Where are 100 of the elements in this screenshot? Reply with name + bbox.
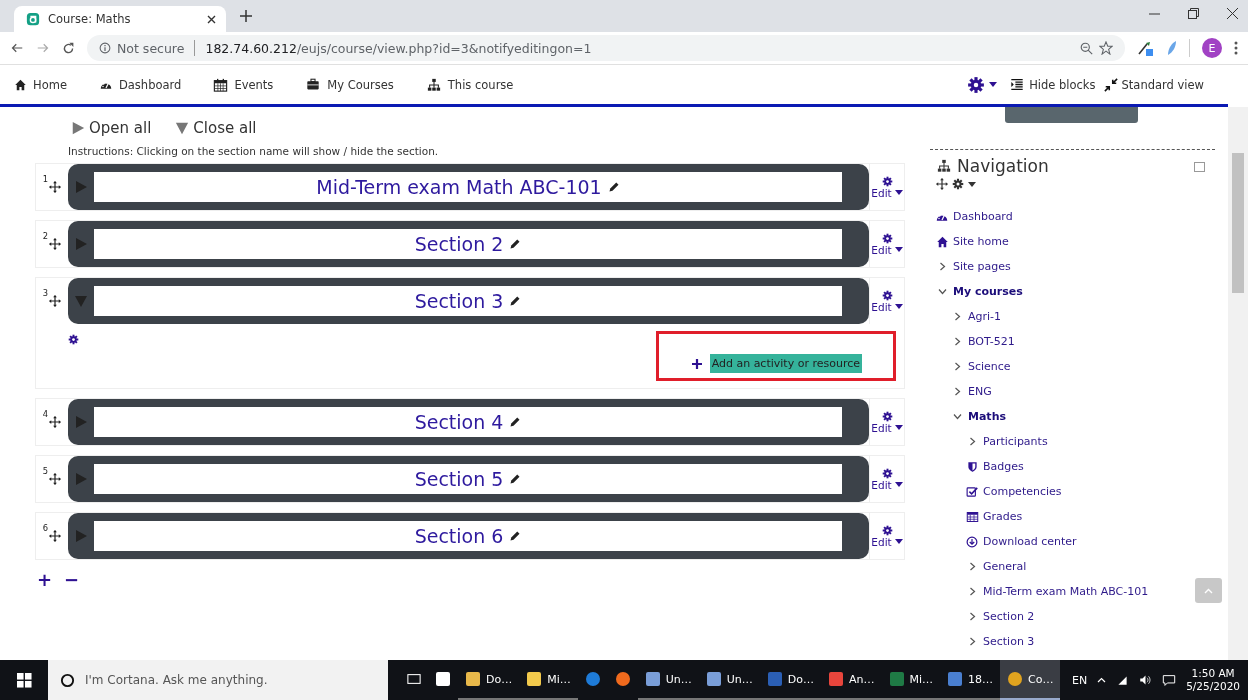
table-icon bbox=[965, 510, 979, 523]
navigation-link[interactable]: Section 3 bbox=[983, 635, 1035, 648]
section-number: 6 bbox=[42, 523, 49, 533]
nav-link[interactable]: Home bbox=[14, 77, 67, 92]
chevron-up-icon bbox=[1097, 677, 1107, 683]
navigation-link[interactable]: ENG bbox=[968, 385, 992, 398]
menu-icon bbox=[1234, 41, 1238, 55]
taskbar-app[interactable]: Mi… bbox=[881, 660, 941, 700]
app-icon bbox=[1007, 671, 1024, 687]
caret-icon bbox=[894, 190, 903, 195]
zoom-out-icon bbox=[1080, 41, 1093, 55]
settings-menu[interactable] bbox=[967, 75, 998, 94]
language-indicator[interactable]: EN bbox=[1071, 673, 1088, 687]
move-icon bbox=[49, 530, 62, 542]
toggle-link[interactable]: Open all bbox=[71, 119, 152, 137]
navigation-link[interactable]: Download center bbox=[983, 535, 1077, 548]
windows-icon bbox=[16, 672, 32, 688]
edit-menu[interactable]: Edit bbox=[869, 513, 904, 559]
taskbar-app[interactable]: An… bbox=[821, 660, 882, 700]
nav-link[interactable]: This course bbox=[425, 77, 514, 92]
caret-icon bbox=[894, 425, 903, 430]
navigation-link[interactable]: Dashboard bbox=[953, 210, 1013, 223]
pencil-icon bbox=[509, 416, 522, 428]
taskbar-app[interactable]: Do… bbox=[458, 660, 520, 700]
taskbar-app[interactable]: Mi… bbox=[519, 660, 578, 700]
navigation-link[interactable]: Maths bbox=[968, 410, 1006, 423]
nav-link[interactable]: Events bbox=[213, 77, 274, 92]
navigation-link[interactable]: Mid-Term exam Math ABC-101 bbox=[983, 585, 1149, 598]
section-header[interactable]: Section 3 bbox=[68, 278, 869, 324]
profile-avatar[interactable]: E bbox=[1202, 38, 1222, 58]
edit-menu[interactable]: Edit bbox=[869, 278, 904, 324]
address-bar[interactable]: Not secure 182.74.60.212/eujs/course/view.php?id=3&notifyeditingon=1 bbox=[87, 35, 1125, 61]
navigation-link[interactable]: Science bbox=[968, 360, 1011, 373]
edit-menu[interactable]: Edit bbox=[869, 164, 904, 210]
section-header[interactable]: Section 6 bbox=[68, 513, 869, 559]
navigation-link[interactable]: Competencies bbox=[983, 485, 1062, 498]
close-icon bbox=[207, 14, 216, 24]
edit-menu[interactable]: Edit bbox=[869, 399, 904, 445]
app-icon bbox=[888, 671, 905, 687]
section-header[interactable]: Section 5 bbox=[68, 456, 869, 502]
pencil-icon bbox=[607, 181, 620, 193]
gear-icon bbox=[881, 232, 893, 244]
placeholder-text: I'm Cortana. Ask me anything. bbox=[85, 673, 268, 687]
eyedropper-icon bbox=[1137, 40, 1153, 56]
scrollbar[interactable] bbox=[1228, 107, 1248, 660]
section-header[interactable]: Section 2 bbox=[68, 221, 869, 267]
briefcase-icon bbox=[305, 78, 322, 91]
reload-icon bbox=[62, 41, 75, 55]
block-action-link[interactable]: Hide blocks bbox=[1009, 77, 1096, 92]
section-title[interactable]: Section 4 bbox=[94, 407, 842, 437]
section-title[interactable]: Section 5 bbox=[94, 464, 842, 494]
add-activity-button[interactable]: Add an activity or resource bbox=[709, 354, 862, 373]
caret-icon bbox=[968, 181, 976, 187]
nav-link[interactable]: My Courses bbox=[305, 77, 394, 92]
navigation-link[interactable]: Participants bbox=[983, 435, 1048, 448]
navigation-link[interactable]: Site home bbox=[953, 235, 1009, 248]
caret-icon bbox=[894, 539, 903, 544]
block-action-link[interactable]: Standard view bbox=[1103, 77, 1204, 92]
navigation-link[interactable]: Grades bbox=[983, 510, 1023, 523]
navigation-link[interactable]: General bbox=[983, 560, 1027, 573]
navigation-link[interactable]: My courses bbox=[953, 285, 1023, 298]
move-icon bbox=[49, 473, 62, 485]
clock[interactable]: 1:50 AM 5/25/2020 bbox=[1186, 667, 1240, 693]
search-field[interactable]: I'm Cortana. Ask me anything. bbox=[48, 660, 388, 700]
app-icon bbox=[828, 671, 844, 687]
taskbar-app[interactable]: Do… bbox=[759, 660, 821, 700]
pencil-icon bbox=[509, 295, 522, 307]
nav-link[interactable]: Dashboard bbox=[98, 77, 182, 92]
edit-menu[interactable]: Edit bbox=[869, 221, 904, 267]
section-title[interactable]: Section 2 bbox=[94, 229, 842, 259]
edit-menu[interactable]: Edit bbox=[869, 456, 904, 502]
app-icon bbox=[705, 671, 722, 687]
browser-tab[interactable]: Course: Maths bbox=[14, 6, 226, 32]
taskbar-app[interactable]: Co… bbox=[1000, 660, 1061, 700]
section-header[interactable]: Section 4 bbox=[68, 399, 869, 445]
navigation-link[interactable]: Badges bbox=[983, 460, 1024, 473]
restore-icon bbox=[1188, 8, 1199, 19]
instructions-text: Instructions: Clicking on the section name will show / hide the section. bbox=[68, 145, 440, 157]
wifi-icon bbox=[1116, 674, 1130, 686]
caret-icon bbox=[894, 247, 903, 252]
section-title[interactable]: Section 3 bbox=[94, 286, 842, 316]
section-title[interactable]: Mid-Term exam Math ABC-101 bbox=[94, 172, 842, 202]
section-header[interactable]: Mid-Term exam Math ABC-101 bbox=[68, 164, 869, 210]
circle-icon bbox=[60, 672, 75, 688]
navigation-link[interactable]: Agri-1 bbox=[968, 310, 1002, 323]
caret-icon bbox=[894, 304, 903, 309]
navigation-link[interactable]: Section 2 bbox=[983, 610, 1035, 623]
app-icon bbox=[584, 671, 601, 687]
collapse-icon[interactable] bbox=[1194, 162, 1205, 172]
toggle-link[interactable]: Close all bbox=[175, 119, 257, 137]
taskbar-app[interactable]: Un… bbox=[698, 660, 760, 700]
section-title[interactable]: Section 6 bbox=[94, 521, 842, 551]
taskbar-app[interactable]: Un… bbox=[637, 660, 699, 700]
gear-icon bbox=[881, 524, 893, 536]
navigation-link[interactable]: BOT-521 bbox=[968, 335, 1015, 348]
section-count-control[interactable]: − bbox=[64, 569, 80, 590]
sitemap-icon bbox=[425, 77, 442, 92]
section-count-control[interactable]: + bbox=[37, 569, 53, 590]
home-icon bbox=[935, 235, 949, 248]
navigation-link[interactable]: Site pages bbox=[953, 260, 1011, 273]
